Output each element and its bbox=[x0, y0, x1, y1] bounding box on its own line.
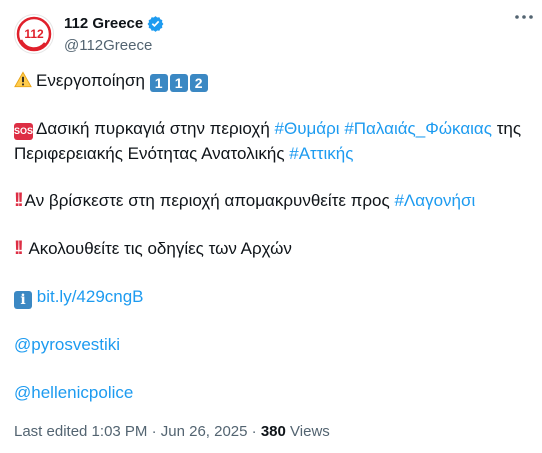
views-count: 380 bbox=[260, 423, 286, 440]
instructions-text: Ακολουθείτε τις οδηγίες των Αρχών bbox=[28, 239, 292, 258]
tweet-line-fire: SOS Δασική πυρκαγιά στην περιοχή #Θυμάρι … bbox=[14, 118, 521, 140]
avatar-logo-icon: 112 bbox=[16, 16, 52, 52]
avatar[interactable]: 112 bbox=[14, 14, 54, 54]
user-handle[interactable]: @112Greece bbox=[64, 37, 152, 54]
hashtag-thymari[interactable]: #Θυμάρι bbox=[275, 119, 340, 138]
keycap-2-icon: 2 bbox=[189, 74, 208, 92]
tweet-line-link: i bit.ly/429cngB bbox=[14, 286, 144, 309]
more-options-icon[interactable] bbox=[514, 12, 534, 22]
hashtag-palaias-fokaias[interactable]: #Παλαιάς_Φώκαιας bbox=[344, 119, 492, 138]
double-exclamation-icon: !! bbox=[14, 190, 24, 211]
activation-text: Ενεργοποίηση bbox=[36, 71, 145, 90]
tweet-line-region: Περιφερειακής Ενότητας Ανατολικής #Αττικ… bbox=[14, 143, 353, 165]
tweet-meta: Last edited 1:03 PM · Jun 26, 2025 · 380… bbox=[14, 423, 330, 440]
info-icon: i bbox=[14, 291, 32, 309]
tweet-line-evacuate: !! Αν βρίσκεστε στη περιοχή απομακρυνθείτ… bbox=[14, 190, 475, 212]
sos-icon: SOS bbox=[14, 123, 33, 140]
short-link[interactable]: bit.ly/429cngB bbox=[37, 287, 144, 306]
fire-text-suffix: της bbox=[496, 119, 522, 138]
fire-text: Δασική πυρκαγιά στην περιοχή bbox=[36, 119, 270, 138]
edited-timestamp[interactable]: Last edited 1:03 PM · Jun 26, 2025 · bbox=[14, 423, 257, 440]
user-name-row[interactable]: 112 Greece bbox=[64, 15, 164, 32]
tweet-line-activation: Ενεργοποίηση 112 bbox=[14, 70, 210, 92]
hashtag-attikis[interactable]: #Αττικής bbox=[289, 144, 353, 163]
warning-icon bbox=[14, 71, 32, 88]
verified-badge-icon bbox=[147, 16, 164, 32]
tweet-line-mention2: @hellenicpolice bbox=[14, 382, 133, 404]
hashtag-lagonisi[interactable]: #Λαγονήσι bbox=[394, 191, 475, 210]
views-label: Views bbox=[290, 423, 330, 440]
keycap-1-icon: 1 bbox=[149, 74, 168, 92]
tweet-line-mention1: @pyrosvestiki bbox=[14, 334, 120, 356]
mention-hellenicpolice[interactable]: @hellenicpolice bbox=[14, 383, 133, 402]
double-exclamation-icon: !! bbox=[14, 238, 24, 259]
tweet-line-instructions: !! Ακολουθείτε τις οδηγίες των Αρχών bbox=[14, 238, 292, 260]
evacuate-text: Αν βρίσκεστε στη περιοχή απομακρυνθείτε … bbox=[24, 191, 390, 210]
keycap-1-icon: 1 bbox=[169, 74, 188, 92]
display-name[interactable]: 112 Greece bbox=[64, 15, 143, 32]
avatar-text: 112 bbox=[24, 27, 44, 41]
region-text: Περιφερειακής Ενότητας Ανατολικής bbox=[14, 144, 285, 163]
mention-pyrosvestiki[interactable]: @pyrosvestiki bbox=[14, 335, 120, 354]
